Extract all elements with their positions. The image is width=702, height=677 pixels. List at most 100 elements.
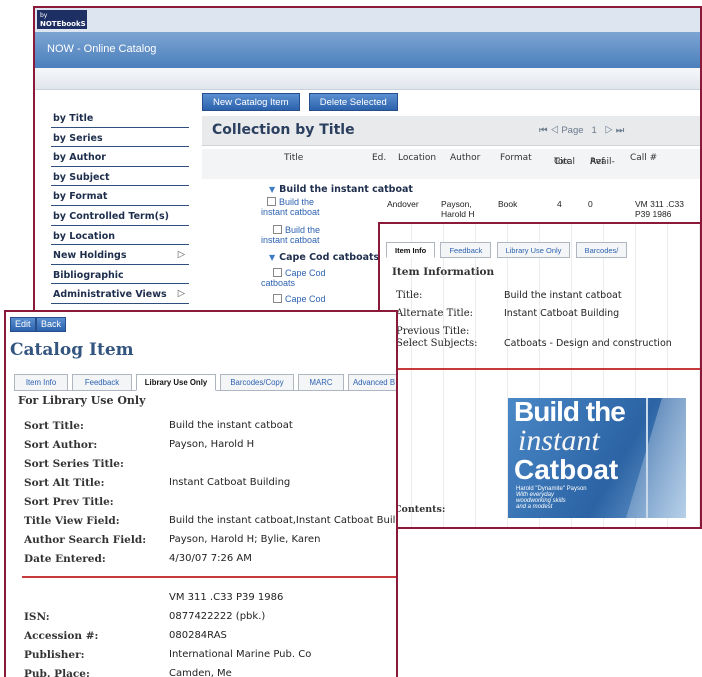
delete-selected-button[interactable]: Delete Selected <box>308 93 398 111</box>
field-row: Pub. Place: Camden, Me <box>24 668 232 677</box>
edit-button[interactable]: Edit <box>10 317 36 332</box>
expand-arrow-icon: ▷ <box>177 288 185 300</box>
tab-marc[interactable]: MARC <box>298 374 344 391</box>
title-link-line2[interactable]: instant catboat <box>261 235 320 245</box>
divider <box>22 576 396 578</box>
col-location[interactable]: Location <box>398 153 436 164</box>
sidebar-item-by-subject[interactable]: by Subject <box>51 167 189 187</box>
avail-ref-cell: 0 <box>588 199 593 209</box>
sidebar-item-by-series[interactable]: by Series <box>51 128 189 148</box>
field-label: Accession #: <box>24 630 99 642</box>
logo-bar: by NOTEbookS <box>35 8 700 32</box>
tab-barcodes[interactable]: Barcodes/ <box>575 242 628 258</box>
catalog-item-window: Edit Back Catalog Item Item Info Feedbac… <box>4 310 398 677</box>
field-row: Accession #: 080284RAS <box>24 630 227 642</box>
field-row: Author Search Field: Payson, Harold H; By… <box>24 534 320 546</box>
logo-name: NOTEbookS <box>40 20 86 28</box>
tab-advanced[interactable]: Advanced B <box>348 374 396 391</box>
list-item[interactable]: Cape Cod <box>273 294 326 304</box>
field-row: Sort Title: Build the instant catboat <box>24 420 293 432</box>
group-header[interactable]: ▼ Build the instant catboat <box>269 184 413 195</box>
back-button[interactable]: Back <box>36 317 67 332</box>
field-label: Sort Series Title: <box>24 458 124 470</box>
item-information-heading: Item Information <box>392 266 495 278</box>
last-page-icon[interactable]: ⏭ <box>616 125 625 136</box>
list-item[interactable]: Build the instant catboat <box>261 225 320 245</box>
col-call[interactable]: Call # <box>630 153 657 164</box>
alternate-title-row: Alternate Title: Instant Catboat Buildin… <box>396 308 619 319</box>
sidebar-item-label: by Controlled Term(s) <box>53 210 169 222</box>
field-label: ISN: <box>24 611 50 623</box>
field-row: Sort Series Title: <box>24 458 124 470</box>
field-value: 0877422222 (pbk.) <box>169 611 266 622</box>
table-header: Title Ed. Location Author Format Total Ci… <box>202 149 700 179</box>
sidebar-item-label: by Title <box>53 113 94 124</box>
title-link-line2[interactable]: catboats <box>261 278 295 288</box>
col-avail-ref-line2: Ref <box>590 157 605 167</box>
tab-feedback[interactable]: Feedback <box>72 374 132 391</box>
prev-page-icon[interactable]: ◁ <box>550 125 558 136</box>
contents-label: Contents: <box>394 504 446 515</box>
field-value: Build the instant catboat <box>169 420 293 431</box>
sidebar-item-by-title[interactable]: by Title <box>51 108 189 128</box>
field-value: Build the instant catboat,Instant Catboa… <box>169 515 398 526</box>
sidebar-item-by-author[interactable]: by Author <box>51 147 189 167</box>
collapse-triangle-icon[interactable]: ▼ <box>269 253 275 262</box>
sidebar-item-bibliographic[interactable]: Bibliographic <box>51 265 189 285</box>
total-circ-cell: 4 <box>557 199 562 209</box>
field-row: Sort Alt Title: Instant Catboat Building <box>24 477 290 489</box>
col-title[interactable]: Title <box>284 153 303 164</box>
field-label: Sort Prev Title: <box>24 496 114 508</box>
tab-library-use-only[interactable]: Library Use Only <box>136 374 216 391</box>
new-catalog-item-button[interactable]: New Catalog Item <box>202 93 300 111</box>
col-author[interactable]: Author <box>450 153 480 164</box>
title-link-line2[interactable]: instant catboat <box>261 207 320 217</box>
sidebar-item-label: Bibliographic <box>53 269 124 281</box>
sidebar-item-by-location[interactable]: by Location <box>51 226 189 246</box>
title-link[interactable]: Cape Cod <box>285 294 326 304</box>
sidebar-item-administrative-views[interactable]: Administrative Views ▷ <box>51 284 189 304</box>
list-item[interactable]: Cape Cod catboats <box>261 268 326 288</box>
title-link[interactable]: Build the <box>285 225 320 235</box>
list-item[interactable]: Build the instant catboat <box>261 197 320 217</box>
field-label: Sort Author: <box>24 439 98 451</box>
first-page-icon[interactable]: ⏮ <box>539 125 548 136</box>
sidebar-item-by-controlled-terms[interactable]: by Controlled Term(s) <box>51 206 189 226</box>
next-page-icon[interactable]: ▷ <box>605 125 613 136</box>
cover-blurb: With everyday woodworking skills and a m… <box>516 492 566 510</box>
title-link[interactable]: Build the <box>279 197 314 207</box>
group-title: Cape Cod catboats <box>279 252 380 263</box>
field-label: Title: <box>396 290 423 301</box>
col-ed[interactable]: Ed. <box>372 153 386 164</box>
group-header[interactable]: ▼ Cape Cod catboats <box>269 252 379 263</box>
page-label: Page <box>561 125 584 136</box>
page-title: Catalog Item <box>10 340 134 360</box>
col-format[interactable]: Format <box>500 153 532 164</box>
tab-item-info[interactable]: Item Info <box>14 374 68 391</box>
notebooks-logo[interactable]: by NOTEbookS <box>37 10 87 29</box>
row-checkbox[interactable] <box>273 225 282 234</box>
collapse-triangle-icon[interactable]: ▼ <box>269 185 275 194</box>
tab-barcodes-copy[interactable]: Barcodes/Copy <box>220 374 294 391</box>
section-heading: For Library Use Only <box>18 394 146 407</box>
tab-item-info[interactable]: Item Info <box>386 242 436 258</box>
sidebar-item-by-format[interactable]: by Format <box>51 186 189 206</box>
field-label: Publisher: <box>24 649 85 661</box>
tab-feedback[interactable]: Feedback <box>440 242 492 258</box>
call-line2: P39 1986 <box>635 209 672 219</box>
field-value: International Marine Pub. Co <box>169 649 312 660</box>
tab-library-use-only[interactable]: Library Use Only <box>496 242 571 258</box>
page-number[interactable]: 1 <box>591 125 596 136</box>
format-cell: Book <box>498 199 518 209</box>
field-label: Previous Title: <box>396 326 470 337</box>
row-checkbox[interactable] <box>273 268 282 277</box>
pager: ⏮ ◁ Page 1 ▷ ⏭ <box>539 125 624 136</box>
row-checkbox[interactable] <box>267 197 276 206</box>
field-value: 080284RAS <box>169 630 227 641</box>
field-label: Sort Alt Title: <box>24 477 105 489</box>
sidebar-item-new-holdings[interactable]: New Holdings ▷ <box>51 245 189 265</box>
row-checkbox[interactable] <box>273 294 282 303</box>
title-link[interactable]: Cape Cod <box>285 268 326 278</box>
logo-by: by <box>40 12 48 19</box>
mast-shape <box>646 398 648 518</box>
